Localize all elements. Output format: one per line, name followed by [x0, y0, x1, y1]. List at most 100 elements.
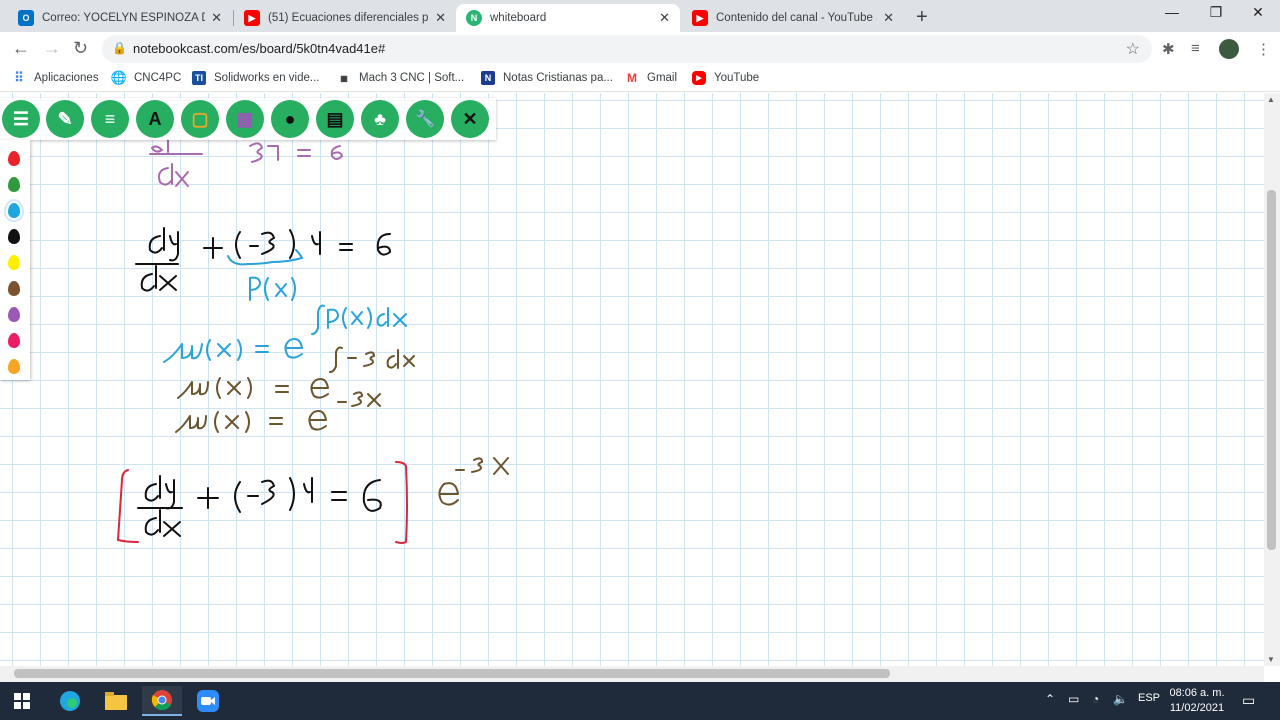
windows-start-icon[interactable]: [2, 686, 42, 716]
whiteboard-canvas[interactable]: [0, 93, 1264, 666]
bookmarks-bar: ⠿ Aplicaciones 🌐 CNC4PC TI Solidworks en…: [0, 66, 1280, 92]
windows-taskbar: ⌃ ▭ ◔ 🔈 ESP 08:06 a. m. 11/02/2021 ▭: [0, 682, 1280, 720]
notifications-icon[interactable]: ▭: [1242, 692, 1255, 709]
handwriting-layer: [117, 139, 509, 544]
bookmark-label: Mach 3 CNC | Soft...: [359, 72, 465, 84]
forward-icon[interactable]: →: [43, 38, 61, 59]
url-text[interactable]: notebookcast.com/es/board/5k0tn4vad41e#: [133, 41, 385, 56]
color-brown[interactable]: [8, 281, 20, 296]
close-tab-icon[interactable]: ✕: [659, 10, 670, 26]
youtube-icon: ▶: [244, 10, 260, 26]
wifi-icon[interactable]: ◔: [1092, 692, 1099, 706]
close-tab-icon[interactable]: ✕: [211, 10, 222, 26]
background-icon[interactable]: ▦: [226, 100, 264, 138]
extensions-icon[interactable]: ✱: [1162, 40, 1175, 58]
ink-exponential-factor: [438, 457, 509, 506]
globe-icon: 🌐: [110, 70, 128, 85]
lock-icon: 🔒: [112, 41, 127, 55]
color-orange[interactable]: [8, 359, 20, 374]
menu-icon[interactable]: ☰: [2, 100, 40, 138]
bookmark-label: Aplicaciones: [34, 72, 99, 84]
bookmark-solidworks[interactable]: TI Solidworks en vide...: [192, 71, 319, 85]
bookmark-notas[interactable]: N Notas Cristianas pa...: [481, 71, 613, 85]
bookmark-label: YouTube: [714, 72, 760, 84]
youtube-icon: ▶: [692, 71, 706, 85]
line-width-icon[interactable]: ≡: [91, 100, 129, 138]
color-red[interactable]: [8, 151, 20, 166]
battery-icon[interactable]: ▭: [1068, 692, 1079, 706]
clock-time: 08:06 a. m.: [1169, 687, 1225, 699]
bookmark-gmail[interactable]: M Gmail: [625, 71, 677, 85]
shapes-icon[interactable]: ▢: [181, 100, 219, 138]
n-icon: N: [481, 71, 495, 85]
bookmark-youtube[interactable]: ▶ YouTube: [692, 71, 759, 85]
ink-bracketed-equation: [137, 475, 382, 537]
close-tab-icon[interactable]: ✕: [435, 10, 446, 26]
tab-title: whiteboard: [490, 12, 547, 24]
file-explorer-icon[interactable]: [96, 686, 136, 716]
pen-color-palette: [0, 140, 30, 380]
color-black[interactable]: [8, 229, 20, 244]
text-icon[interactable]: A: [136, 100, 174, 138]
tab-youtube-ecuaciones[interactable]: ▶ (51) Ecuaciones diferenciales por ✕: [234, 4, 456, 32]
ink-partial-equation: [149, 139, 343, 187]
color-blue[interactable]: [4, 199, 24, 222]
close-icon[interactable]: ✕: [451, 100, 489, 138]
minimize-icon[interactable]: —: [1152, 4, 1192, 20]
bookmark-mach3[interactable]: ▦ Mach 3 CNC | Soft...: [337, 71, 464, 85]
settings-wrench-icon[interactable]: 🔧: [406, 100, 444, 138]
address-bar[interactable]: 🔒 notebookcast.com/es/board/5k0tn4vad41e…: [102, 35, 1152, 63]
gmail-icon: M: [627, 71, 637, 85]
ink-mu-steps: [175, 346, 415, 433]
profile-avatar[interactable]: [1219, 39, 1239, 59]
chat-icon[interactable]: ●: [271, 100, 309, 138]
scroll-thumb[interactable]: [1267, 190, 1276, 550]
ti-icon: TI: [192, 71, 206, 85]
back-icon[interactable]: ←: [12, 38, 30, 59]
more-menu-icon[interactable]: ⋮: [1256, 40, 1271, 58]
close-tab-icon[interactable]: ✕: [883, 10, 894, 26]
mach3-icon: ▦: [340, 73, 348, 83]
new-tab-icon[interactable]: +: [916, 6, 928, 29]
color-green[interactable]: [8, 177, 20, 192]
tab-whiteboard[interactable]: N whiteboard ✕: [456, 4, 680, 32]
tab-title: Correo: YOCELYN ESPINOZA DE LA: [42, 12, 205, 24]
reload-icon[interactable]: ↻: [73, 38, 88, 59]
tab-outlook[interactable]: O Correo: YOCELYN ESPINOZA DE LA ✕: [8, 4, 232, 32]
volume-icon[interactable]: 🔈: [1113, 692, 1128, 706]
language-indicator[interactable]: ESP: [1138, 692, 1160, 704]
zoom-icon[interactable]: [188, 686, 228, 716]
bookmark-label: Solidworks en vide...: [214, 72, 320, 84]
users-icon[interactable]: ♣: [361, 100, 399, 138]
color-purple[interactable]: [8, 307, 20, 322]
scroll-down-icon[interactable]: ▼: [1267, 655, 1275, 664]
edge-icon[interactable]: [50, 686, 90, 716]
scroll-thumb[interactable]: [14, 669, 890, 678]
bookmark-aplicaciones[interactable]: ⠿ Aplicaciones: [12, 70, 99, 85]
vertical-scrollbar[interactable]: ▲ ▼: [1264, 93, 1280, 666]
tab-youtube-studio[interactable]: ▶ Contenido del canal - YouTube S ✕: [682, 4, 904, 32]
system-clock[interactable]: 08:06 a. m. 11/02/2021: [1163, 686, 1231, 716]
bookmark-label: CNC4PC: [134, 72, 182, 84]
horizontal-scrollbar[interactable]: [0, 666, 1264, 682]
chrome-icon[interactable]: [142, 686, 182, 716]
bookmark-cnc4pc[interactable]: 🌐 CNC4PC: [110, 70, 182, 85]
youtube-icon: ▶: [692, 10, 708, 26]
outlook-icon: O: [18, 10, 34, 26]
restore-icon[interactable]: ❐: [1196, 4, 1236, 21]
window-close-icon[interactable]: ✕: [1238, 4, 1278, 21]
tab-title: (51) Ecuaciones diferenciales por: [268, 12, 430, 24]
reading-list-icon[interactable]: ≡: [1191, 40, 1200, 57]
apps-grid-icon: ⠿: [14, 70, 24, 85]
bookmark-label: Gmail: [647, 72, 678, 84]
clock-date: 11/02/2021: [1169, 702, 1225, 714]
tray-expand-icon[interactable]: ⌃: [1045, 692, 1055, 706]
color-yellow[interactable]: [8, 255, 20, 270]
image-icon[interactable]: ▤: [316, 100, 354, 138]
scroll-up-icon[interactable]: ▲: [1267, 95, 1275, 104]
ink-equation-line2: [135, 227, 391, 292]
draw-tools-icon[interactable]: ✎: [46, 100, 84, 138]
tab-title: Contenido del canal - YouTube S: [716, 12, 878, 24]
color-pink[interactable]: [8, 333, 20, 348]
bookmark-star-icon[interactable]: ☆: [1126, 39, 1140, 59]
